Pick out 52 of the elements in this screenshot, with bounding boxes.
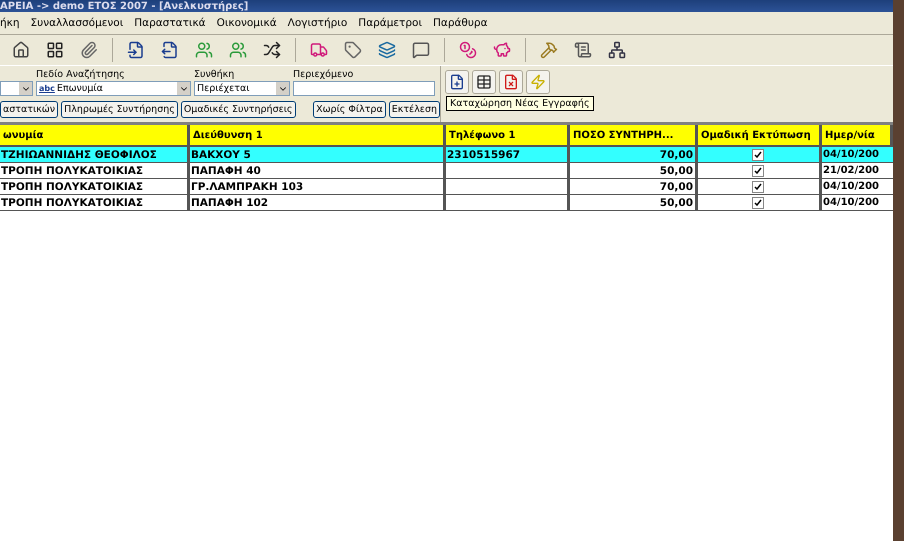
window-title: ΑΡΕΙΑ -> demo ΕΤΟΣ 2007 - [Ανελκυστήρες]: [0, 1, 248, 12]
filter-button[interactable]: αστατικών: [0, 101, 58, 118]
column-header[interactable]: Ημερ/νία: [822, 125, 893, 147]
abc-label: abc: [39, 84, 55, 93]
content-input[interactable]: [293, 81, 435, 96]
menu-item[interactable]: Παράμετροι: [358, 17, 422, 29]
column-header[interactable]: Ομαδική Εκτύπωση: [698, 125, 822, 147]
table-cell: ΤΡΟΠΗ ΠΟΛΥΚΑΤΟΙΚΙΑΣ: [0, 195, 190, 210]
table-row[interactable]: ΤΡΟΠΗ ΠΟΛΥΚΑΤΟΙΚΙΑΣ ΓΡ.ΛΑΜΠΡΑΚΗ 103 70,00 04/10/200: [0, 179, 893, 195]
arrows-icon[interactable]: [261, 39, 283, 61]
condition-dropdown[interactable]: Περιέχεται: [194, 81, 290, 96]
table-cell: ΠΑΠΑΦΗ 102: [190, 195, 446, 210]
checkbox[interactable]: [752, 164, 764, 176]
table-row[interactable]: ΤΖΗΙΩΑΝΝΙΔΗΣ ΘΕΟΦΙΛΟΣ ΒΑΚΧΟΥ 5 2310515967 70,00 04/10/200: [0, 147, 893, 163]
menu-item[interactable]: ήκη: [0, 17, 20, 29]
table-cell-text: 21/02/200: [822, 164, 880, 178]
table-cell-text: 04/10/200: [822, 148, 880, 162]
table-row[interactable]: ΤΡΟΠΗ ΠΟΛΥΚΑΤΟΙΚΙΑΣ ΠΑΠΑΦΗ 102 50,00 04/10/200: [0, 195, 893, 211]
run-button[interactable]: Εκτέλεση: [388, 101, 440, 118]
table-icon: [476, 74, 492, 90]
filter-button[interactable]: Πληρωμές Συντήρησης: [61, 101, 178, 118]
menu-item[interactable]: Λογιστήριο: [288, 17, 348, 29]
menu-item[interactable]: Συναλλασσόμενοι: [30, 17, 124, 29]
filter-button[interactable]: Ομαδικές Συντηρήσεις: [180, 101, 296, 118]
checkbox[interactable]: [752, 148, 764, 160]
menu-item[interactable]: Παραστατικά: [134, 17, 206, 29]
lightning-icon: [530, 74, 546, 90]
tooltip: Καταχώρηση Νέας Εγγραφής: [446, 96, 594, 111]
edit-table-button[interactable]: [472, 70, 496, 94]
table-cell-text: 04/10/200: [822, 180, 880, 194]
menu-item[interactable]: Οικονομικά: [216, 17, 277, 29]
field-label: Πεδίο Αναζήτησης: [36, 69, 126, 81]
clear-filter-button[interactable]: Χωρίς Φίλτρα: [313, 101, 386, 118]
search-field-dropdown[interactable]: abc Επωνυμία: [36, 81, 191, 96]
table-cell-text: 04/10/200: [822, 196, 880, 210]
column-header[interactable]: Τηλέφωνο 1: [446, 125, 570, 147]
table-cell: 50,00: [570, 195, 698, 210]
column-header[interactable]: ωνυμία: [0, 125, 190, 147]
delete-record-button[interactable]: [499, 70, 523, 94]
document-x-icon: [503, 74, 519, 90]
table-row[interactable]: ΤΡΟΠΗ ΠΟΛΥΚΑΤΟΙΚΙΑΣ ΠΑΠΑΦΗ 40 50,00 21/02/200: [0, 163, 893, 179]
content-label: Περιεχόμενο: [293, 69, 354, 81]
checkbox[interactable]: [752, 180, 764, 192]
condition-label: Συνθήκη: [194, 69, 236, 81]
new-record-button[interactable]: [445, 70, 469, 94]
column-header[interactable]: Διεύθυνση 1: [190, 125, 446, 147]
network-icon[interactable]: [606, 39, 628, 61]
document-plus-icon: [449, 74, 465, 90]
menu-item[interactable]: Παράθυρα: [433, 17, 488, 29]
checkbox[interactable]: [752, 196, 764, 208]
column-header[interactable]: ΠΟΣΟ ΣΥΝΤΗΡΗ...: [570, 125, 698, 147]
tag-icon[interactable]: [342, 39, 364, 61]
